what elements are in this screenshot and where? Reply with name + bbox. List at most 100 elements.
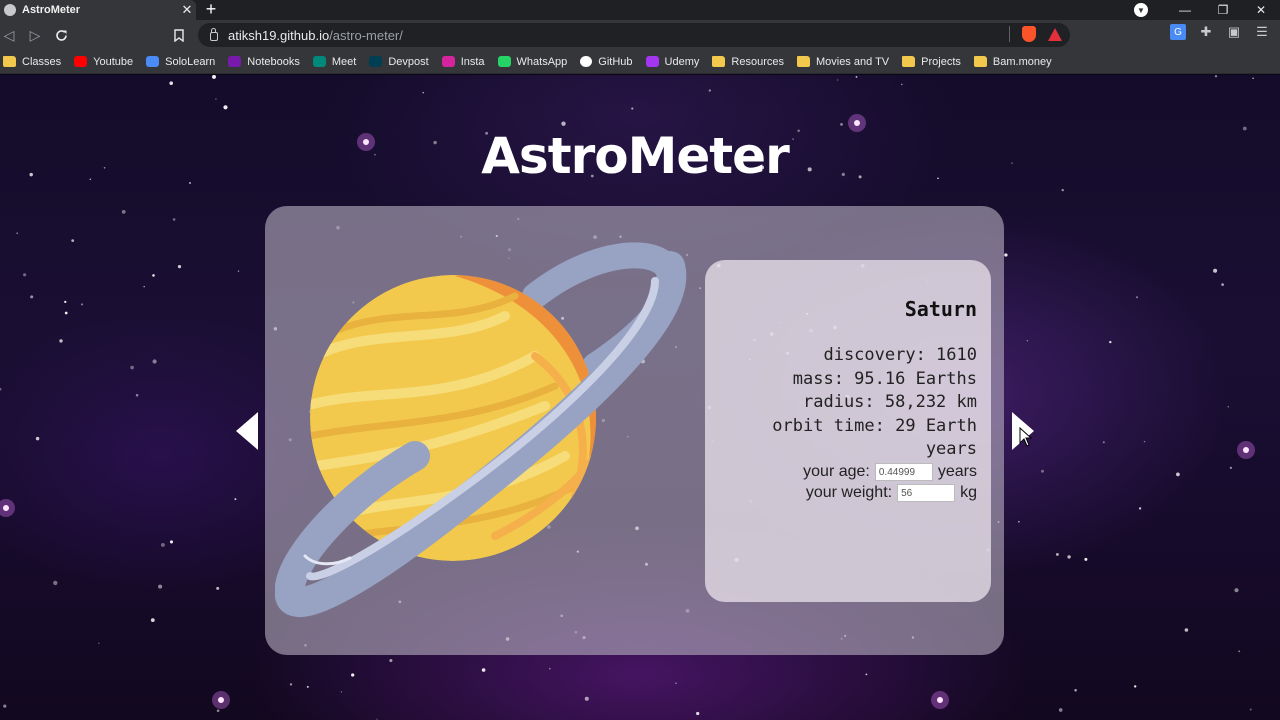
star xyxy=(1214,75,1218,78)
forward-button[interactable]: ▷ xyxy=(22,22,48,48)
bookmark-label: Youtube xyxy=(93,55,134,68)
browser-tab[interactable]: AstroMeter ✕ xyxy=(0,0,196,20)
star xyxy=(1058,708,1063,712)
star xyxy=(708,89,711,92)
previous-planet-arrow-icon[interactable] xyxy=(236,412,258,450)
tab-close-icon[interactable]: ✕ xyxy=(178,2,196,18)
bookmark-devpost[interactable]: Devpost xyxy=(369,56,429,68)
bookmark-classes[interactable]: Classes xyxy=(3,56,61,68)
reload-button[interactable] xyxy=(48,22,74,48)
star xyxy=(1136,296,1138,299)
star xyxy=(98,642,100,645)
bookmarks-bar: Classes Youtube SoloLearn Notebooks Meet Devp… xyxy=(0,50,1280,74)
planet-card: Saturn discovery: 1610 mass: 95.16 Earth… xyxy=(265,206,1004,655)
bookmark-page-button[interactable] xyxy=(166,22,192,48)
onenote-icon xyxy=(228,56,242,67)
reload-icon xyxy=(55,29,67,41)
bookmark-resources[interactable]: Resources xyxy=(712,56,784,68)
star xyxy=(1184,628,1189,632)
saturn-illustration xyxy=(275,242,687,618)
bookmark-youtube[interactable]: Youtube xyxy=(74,56,133,68)
star xyxy=(3,704,7,708)
minimize-button[interactable]: — xyxy=(1166,0,1204,20)
bookmark-label: Notebooks xyxy=(247,55,300,68)
star xyxy=(389,658,393,663)
star xyxy=(340,691,343,693)
star xyxy=(234,498,237,501)
bookmark-github[interactable]: GitHub xyxy=(580,56,633,68)
weight-row: your weight: kg xyxy=(705,483,977,504)
menu-icon[interactable]: ☰ xyxy=(1254,24,1270,40)
fact-discovery: discovery: 1610 xyxy=(823,345,977,365)
age-input[interactable] xyxy=(874,463,933,481)
star xyxy=(855,75,858,78)
bookmark-sololearn[interactable]: SoloLearn xyxy=(146,56,215,68)
star xyxy=(0,387,2,391)
github-icon xyxy=(580,56,593,67)
star xyxy=(16,232,19,234)
bookmark-label: WhatsApp xyxy=(516,55,568,68)
star xyxy=(1252,77,1254,80)
star xyxy=(223,105,228,110)
tab-search-icon[interactable]: ▼ xyxy=(1134,3,1148,17)
star xyxy=(35,436,40,441)
bookmark-bam-money[interactable]: Bam.money xyxy=(973,56,1052,68)
age-unit: years xyxy=(937,463,977,480)
star xyxy=(1227,406,1229,408)
window-controls: ▼ — ❐ ✕ xyxy=(1134,0,1280,20)
brave-shields-icon[interactable] xyxy=(1022,26,1036,42)
age-row: your age: years xyxy=(705,462,977,483)
bookmark-udemy[interactable]: Udemy xyxy=(645,55,700,68)
star xyxy=(548,667,551,670)
star xyxy=(30,295,34,299)
puzzle-icon[interactable]: ✚ xyxy=(1198,24,1214,40)
star xyxy=(216,586,220,590)
weight-input[interactable] xyxy=(897,484,956,502)
star xyxy=(1055,552,1059,556)
brave-rewards-icon[interactable] xyxy=(1048,27,1062,41)
star xyxy=(1249,708,1252,711)
new-tab-button[interactable]: + xyxy=(202,0,220,20)
bookmark-movies-and-tv[interactable]: Movies and TV xyxy=(796,56,889,68)
star xyxy=(422,92,424,94)
planet-info-panel: Saturn discovery: 1610 mass: 95.16 Earth… xyxy=(705,260,991,602)
close-window-button[interactable]: ✕ xyxy=(1242,0,1280,20)
bookmark-meet[interactable]: Meet xyxy=(312,56,356,68)
bookmark-label: Resources xyxy=(731,55,784,68)
bookmark-label: Udemy xyxy=(664,55,700,68)
bookmark-projects[interactable]: Projects xyxy=(902,56,961,68)
star xyxy=(1041,469,1044,473)
folder-icon xyxy=(3,56,16,67)
address-bar[interactable]: atiksh19.github.io/astro-meter/ xyxy=(198,23,1070,47)
star xyxy=(130,365,134,370)
globe-icon xyxy=(4,4,16,16)
star xyxy=(71,239,75,242)
star xyxy=(351,673,355,677)
page-title: AstroMeter xyxy=(481,127,790,185)
star xyxy=(169,540,174,544)
translate-icon[interactable]: G xyxy=(1170,24,1186,40)
star xyxy=(1109,340,1112,344)
back-button[interactable]: ◁ xyxy=(0,22,22,48)
star xyxy=(64,311,68,315)
folder-icon xyxy=(973,56,987,67)
wallet-icon[interactable]: ▣ xyxy=(1226,24,1242,40)
meet-icon xyxy=(312,56,326,67)
mouse-cursor-icon xyxy=(1019,427,1033,447)
bookmark-whatsapp[interactable]: WhatsApp xyxy=(497,55,568,68)
star xyxy=(1138,507,1142,510)
bookmark-label: Insta xyxy=(460,55,485,68)
browser-toolbar: ◁ ▷ atiksh19.github.io/astro-meter/ G ✚ … xyxy=(0,20,1280,50)
folder-icon xyxy=(796,56,810,67)
star xyxy=(561,121,566,126)
restore-button[interactable]: ❐ xyxy=(1204,0,1242,20)
bookmark-notebooks[interactable]: Notebooks xyxy=(228,56,300,68)
bookmark-label: SoloLearn xyxy=(165,55,216,68)
star xyxy=(215,98,217,100)
instagram-icon xyxy=(441,56,455,67)
star xyxy=(169,81,173,85)
bookmark-insta[interactable]: Insta xyxy=(441,55,485,68)
star xyxy=(143,285,145,288)
fact-orbit-time: orbit time: 29 Earth xyxy=(772,415,977,436)
star xyxy=(160,542,165,547)
